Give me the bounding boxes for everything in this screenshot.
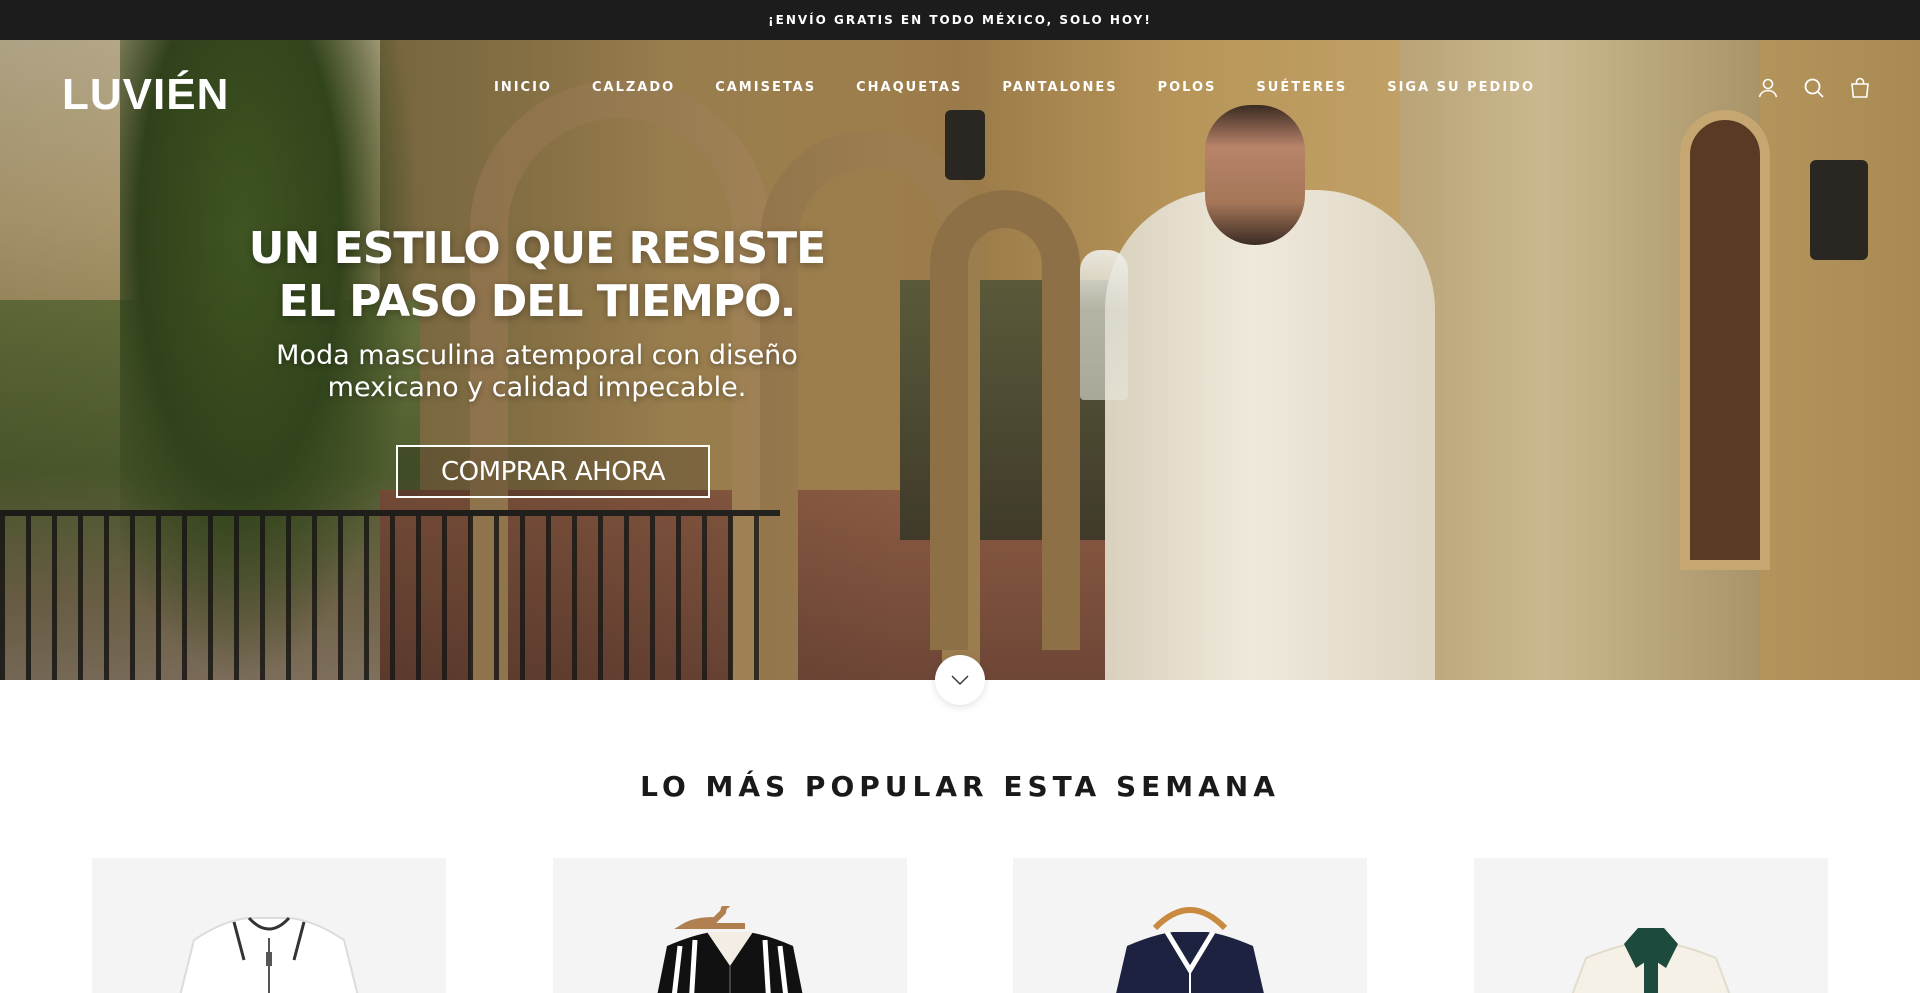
nav-item-calzado[interactable]: CALZADO — [592, 80, 675, 95]
hero-title-line: EL PASO DEL TIEMPO. — [278, 276, 797, 327]
nav-item-camisetas[interactable]: CAMISETAS — [715, 80, 816, 95]
nav-item-chaquetas[interactable]: CHAQUETAS — [856, 80, 962, 95]
hero-title: UN ESTILO QUE RESISTE EL PASO DEL TIEMPO… — [180, 222, 894, 328]
nav-item-pantalones[interactable]: PANTALONES — [1002, 80, 1117, 95]
section-title: LO MÁS POPULAR ESTA SEMANA — [640, 770, 1280, 803]
hero-model-suit — [1105, 190, 1435, 680]
announcement-bar: ¡ENVÍO GRATIS EN TODO MÉXICO, SOLO HOY! — [0, 0, 1920, 40]
scroll-down-button[interactable] — [935, 655, 985, 705]
striped-polo-image — [657, 906, 803, 993]
chevron-down-icon — [951, 675, 969, 685]
cream-polo-image — [1571, 928, 1731, 993]
product-card[interactable] — [1013, 858, 1367, 993]
nav-item-siga-su-pedido[interactable]: SIGA SU PEDIDO — [1387, 80, 1535, 95]
announcement-text: ¡ENVÍO GRATIS EN TODO MÉXICO, SOLO HOY! — [768, 13, 1152, 27]
hero-subtitle: Moda masculina atemporal con diseño mexi… — [180, 340, 894, 404]
site-logo[interactable]: LUVIÉN — [62, 70, 229, 120]
navy-polo-image — [1116, 907, 1264, 993]
hero-title-line: UN ESTILO QUE RESISTE — [248, 223, 826, 274]
hero-subtitle-line: Moda masculina atemporal con diseño — [276, 340, 798, 371]
cart-icon[interactable] — [1848, 76, 1872, 100]
product-card[interactable] — [1474, 858, 1828, 993]
wine-glass-icon — [1080, 250, 1128, 400]
main-nav: INICIO CALZADO CAMISETAS CHAQUETAS PANTA… — [494, 80, 1535, 95]
nav-item-sueteres[interactable]: SUÉTERES — [1256, 80, 1347, 95]
nav-item-polos[interactable]: POLOS — [1158, 80, 1217, 95]
header-icons — [1756, 76, 1872, 100]
lantern-icon — [945, 110, 985, 180]
hero-model-head — [1205, 105, 1305, 245]
nav-item-inicio[interactable]: INICIO — [494, 80, 552, 95]
search-icon[interactable] — [1802, 76, 1826, 100]
white-zip-polo-image — [179, 916, 359, 993]
lantern-icon — [1810, 160, 1868, 260]
hero-subtitle-line: mexicano y calidad impecable. — [327, 372, 747, 403]
hero-door — [1680, 110, 1770, 570]
account-icon[interactable] — [1756, 76, 1780, 100]
hero-arch — [930, 190, 1080, 650]
product-card[interactable] — [553, 858, 907, 993]
shop-now-button[interactable]: COMPRAR AHORA — [396, 445, 710, 498]
product-card[interactable] — [92, 858, 446, 993]
